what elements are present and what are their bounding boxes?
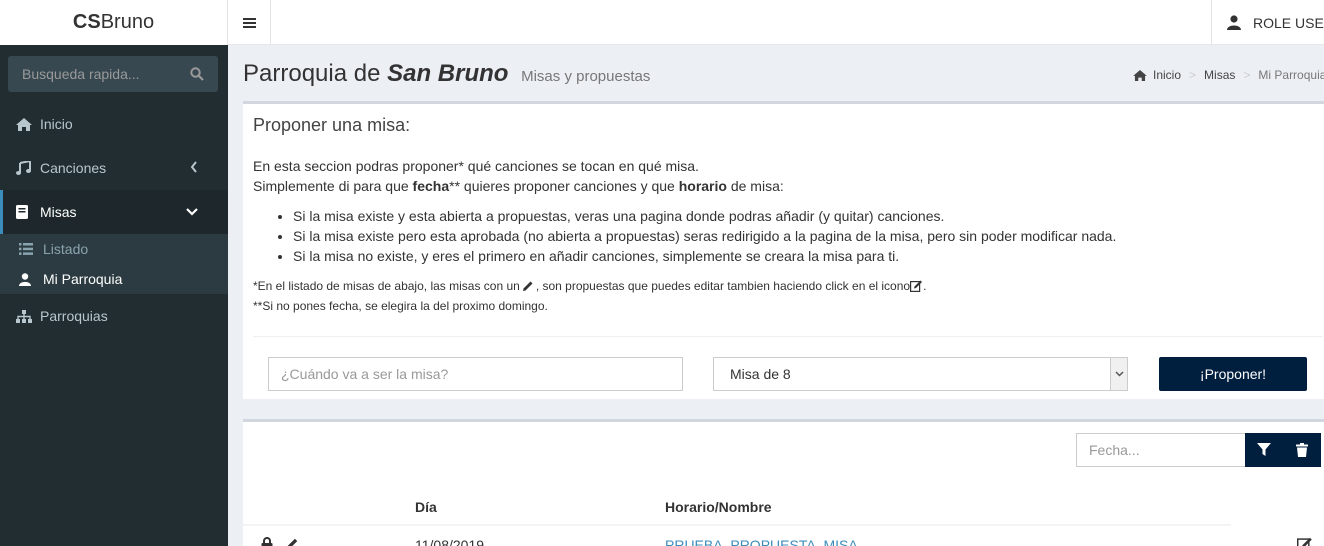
- sidebar-item-label: Parroquias: [40, 308, 108, 324]
- row-name-link[interactable]: PRUEBA_PROPUESTA_MISA: [665, 537, 858, 546]
- description-line-2: Simplemente di para que fecha** quieres …: [253, 178, 784, 194]
- sidebar-item-label: Misas: [40, 204, 77, 220]
- book-icon: [16, 205, 28, 219]
- sidebar-item-inicio[interactable]: Inicio: [0, 102, 228, 146]
- sidebar-item-label: Canciones: [40, 160, 107, 176]
- chevron-down-icon: [186, 208, 198, 216]
- trash-icon: [1296, 443, 1308, 457]
- breadcrumb: Inicio > Misas > Mi Parroquia: [1133, 68, 1324, 82]
- list-icon: [19, 243, 33, 255]
- user-icon: [19, 272, 31, 286]
- propose-mass-box: Proponer una misa: En esta seccion podra…: [243, 101, 1324, 399]
- row-date: 11/08/2019: [415, 537, 485, 546]
- top-navbar: ROLE USER: [228, 0, 1324, 45]
- pencil-icon: [522, 281, 533, 291]
- list-item: Si la misa no existe, y eres el primero …: [293, 246, 1116, 266]
- edit-icon: [1297, 537, 1312, 546]
- mass-schedule-select[interactable]: Misa de 8: [713, 357, 1128, 391]
- page-title-name: San Bruno: [387, 60, 509, 87]
- page-title-prefix: Parroquia de: [243, 60, 388, 87]
- filter-icon: [1257, 443, 1271, 456]
- user-icon: [1227, 15, 1241, 30]
- submenu-item-label: Listado: [43, 241, 89, 257]
- edit-icon: [910, 280, 923, 292]
- select-value: Misa de 8: [730, 366, 791, 382]
- user-menu[interactable]: ROLE USER: [1211, 0, 1324, 45]
- column-header-horario[interactable]: Horario/Nombre: [665, 499, 772, 515]
- app-logo[interactable]: CS Bruno: [0, 0, 228, 45]
- sidebar-toggle-button[interactable]: [228, 0, 271, 45]
- breadcrumb-separator: >: [1243, 68, 1251, 82]
- description-line-1: En esta seccion podras proponer* qué can…: [253, 158, 699, 174]
- sidebar-item-canciones[interactable]: Canciones: [0, 146, 228, 190]
- chevron-down-icon: [1114, 371, 1124, 377]
- page-title: Parroquia de San Bruno Misas y propuesta…: [243, 60, 650, 88]
- page-subtitle: Misas y propuestas: [521, 68, 651, 85]
- date-filter-input[interactable]: Fecha...: [1076, 433, 1246, 467]
- submenu-item-listado[interactable]: Listado: [0, 234, 228, 264]
- search-placeholder: Busqueda rapida...: [22, 66, 140, 82]
- home-icon: [1133, 69, 1147, 81]
- note-default-date: **Si no pones fecha, se elegira la del p…: [253, 299, 548, 313]
- select-arrow[interactable]: [1110, 358, 1127, 390]
- logo-bold: CS: [72, 11, 101, 33]
- breadcrumb-item-misas[interactable]: Misas: [1204, 68, 1235, 82]
- pencil-icon: [287, 538, 298, 546]
- sitemap-icon: [16, 309, 32, 323]
- table-header-divider: [243, 524, 1231, 526]
- sidebar-search-input[interactable]: Busqueda rapida...: [8, 56, 218, 92]
- propose-rules-list: Si la misa existe y esta abierta a propu…: [293, 206, 1116, 266]
- column-header-dia[interactable]: Día: [415, 499, 437, 515]
- clear-filter-button[interactable]: [1283, 433, 1321, 467]
- propose-button[interactable]: ¡Proponer!: [1159, 357, 1307, 391]
- hamburger-icon: [242, 17, 256, 28]
- breadcrumb-item-inicio[interactable]: Inicio: [1153, 68, 1181, 82]
- sidebar-item-label: Inicio: [40, 116, 73, 132]
- search-icon: [190, 67, 204, 81]
- lock-icon: [261, 537, 273, 546]
- submenu-item-mi-parroquia[interactable]: Mi Parroquia: [0, 264, 228, 294]
- divider: [253, 336, 1323, 337]
- home-icon: [16, 117, 32, 131]
- note-editable: *En el listado de misas de abajo, las mi…: [253, 279, 927, 293]
- sidebar: Busqueda rapida... Inicio Canciones Misa…: [0, 45, 228, 546]
- filter-button[interactable]: [1245, 433, 1283, 467]
- mass-list-box: Fecha... Día Horario/Nombre 11/08/2019 P…: [243, 419, 1324, 546]
- breadcrumb-item-current: Mi Parroquia: [1258, 68, 1324, 82]
- list-item: Si la misa existe pero esta aprobada (no…: [293, 226, 1116, 246]
- propose-description: En esta seccion podras proponer* qué can…: [253, 156, 784, 196]
- sidebar-item-misas[interactable]: Misas: [0, 190, 228, 234]
- submenu-item-label: Mi Parroquia: [43, 271, 123, 287]
- misas-submenu: Listado Mi Parroquia: [0, 234, 228, 294]
- logo-rest: Bruno: [100, 11, 155, 33]
- user-role-label: ROLE USER: [1253, 14, 1324, 31]
- filter-placeholder: Fecha...: [1089, 442, 1140, 458]
- chevron-left-icon: [190, 161, 197, 173]
- propose-box-title: Proponer una misa:: [253, 115, 411, 135]
- sidebar-item-parroquias[interactable]: Parroquias: [0, 294, 228, 338]
- breadcrumb-separator: >: [1189, 68, 1197, 82]
- date-input-placeholder: ¿Cuándo va a ser la misa?: [281, 366, 449, 382]
- list-item: Si la misa existe y esta abierta a propu…: [293, 206, 1116, 226]
- music-icon: [16, 161, 31, 175]
- mass-date-input[interactable]: ¿Cuándo va a ser la misa?: [268, 357, 683, 391]
